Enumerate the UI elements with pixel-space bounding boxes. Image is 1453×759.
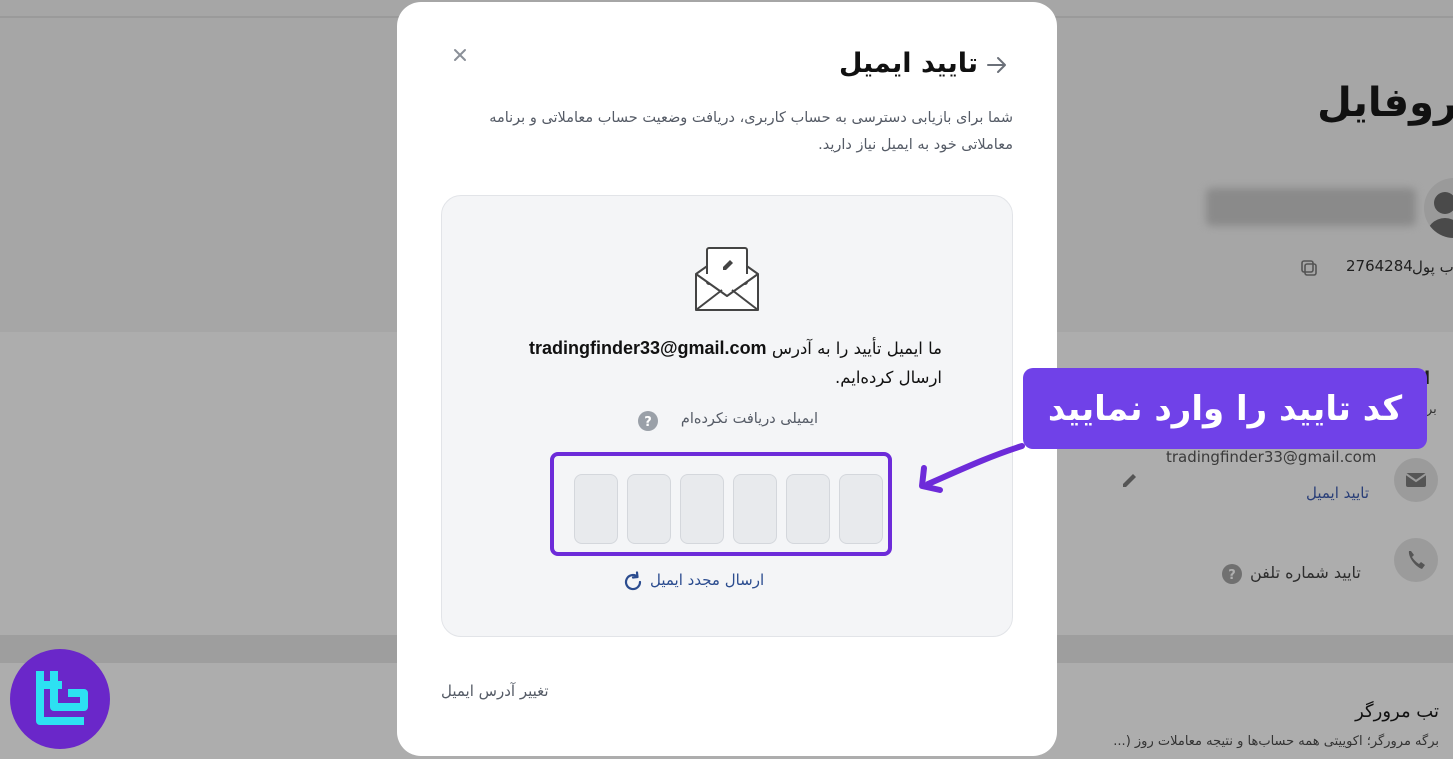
- modal-description: شما برای بازیابی دسترسی به حساب کاربری، …: [489, 110, 1013, 153]
- code-input-highlight: [550, 452, 892, 556]
- browser-tab-description: برگه مرورگر؛ اکوییتی همه حساب‌ها و نتیجه…: [1113, 734, 1439, 749]
- edit-icon[interactable]: [1120, 470, 1140, 490]
- refresh-icon[interactable]: [622, 571, 644, 593]
- back-arrow-icon[interactable]: [985, 53, 1009, 77]
- verification-card: ما ایمیل تأیید را به آدرس tradingfinder3…: [441, 195, 1013, 637]
- code-digit-4[interactable]: [733, 474, 777, 544]
- close-icon[interactable]: [449, 44, 471, 66]
- code-digit-5[interactable]: [786, 474, 830, 544]
- svg-text:?: ?: [644, 415, 652, 430]
- resend-email-label[interactable]: ارسال مجدد ایمیل: [650, 571, 764, 589]
- email-sent-message: ما ایمیل تأیید را به آدرس tradingfinder3…: [482, 334, 942, 392]
- sent-email-address: tradingfinder33@gmail.com: [528, 338, 767, 358]
- copy-icon[interactable]: [1300, 259, 1318, 277]
- resend-email-button[interactable]: ارسال مجدد ایمیل: [624, 570, 764, 594]
- verify-phone-label[interactable]: تایید شماره تلفن: [1250, 563, 1361, 582]
- svg-text:?: ?: [1228, 568, 1236, 583]
- envelope-icon: [695, 247, 759, 311]
- verification-code-inputs: [574, 474, 884, 544]
- no-email-text[interactable]: ایمیلی دریافت نکرده‌ام: [681, 411, 818, 427]
- wallet-id: 2764284: [1346, 257, 1413, 275]
- section-subheading: بر: [1426, 402, 1437, 417]
- phone-icon: [1394, 538, 1438, 582]
- tradingfinder-logo: [10, 649, 110, 749]
- sent-suffix: ارسال کرده‌ایم.: [835, 368, 942, 387]
- change-email-link[interactable]: تغییر آدرس ایمیل: [441, 682, 549, 700]
- mail-icon: [1394, 458, 1438, 502]
- modal-title: تایید ایمیل: [838, 48, 978, 79]
- code-digit-2[interactable]: [627, 474, 671, 544]
- callout-arrow-icon: [919, 443, 1025, 493]
- help-icon[interactable]: ?: [1222, 564, 1242, 584]
- help-icon[interactable]: ?: [638, 411, 658, 431]
- callout-text: کد تایید را وارد نمایید: [1047, 388, 1403, 429]
- blurred-username: [1206, 188, 1416, 226]
- code-digit-1[interactable]: [574, 474, 618, 544]
- instruction-callout: کد تایید را وارد نمایید: [1023, 368, 1427, 449]
- wallet-label: ب پول: [1412, 258, 1453, 276]
- verify-email-modal: تایید ایمیل شما برای بازیابی دسترسی به ح…: [397, 2, 1057, 756]
- code-digit-3[interactable]: [680, 474, 724, 544]
- profile-page-title: روفایل: [1317, 80, 1453, 126]
- verify-email-link[interactable]: تایید ایمیل: [1306, 484, 1369, 502]
- sent-prefix: ما ایمیل تأیید را به آدرس: [771, 339, 942, 358]
- code-digit-6[interactable]: [839, 474, 883, 544]
- browser-tab-title: تب مرورگر: [1355, 701, 1439, 722]
- no-email-received[interactable]: ایمیلی دریافت نکرده‌ام ?: [638, 408, 818, 434]
- account-email: tradingfinder33@gmail.com: [1166, 448, 1377, 466]
